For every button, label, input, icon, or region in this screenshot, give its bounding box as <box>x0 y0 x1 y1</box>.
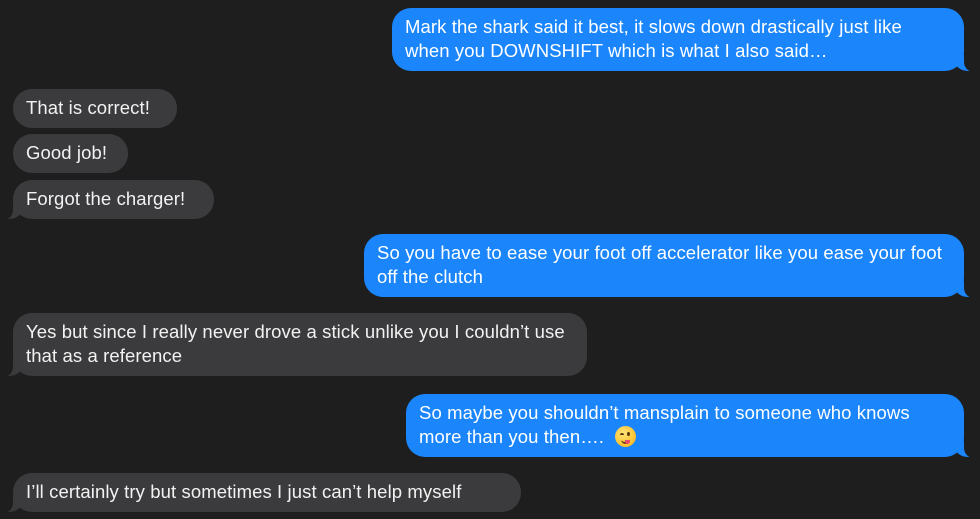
message-bubble-outgoing[interactable]: Mark the shark said it best, it slows do… <box>392 8 977 72</box>
message-thread[interactable]: Mark the shark said it best, it slows do… <box>0 0 980 519</box>
message-bubble-incoming[interactable]: Yes but since I really never drove a sti… <box>0 313 587 377</box>
message-text: I’ll certainly try but sometimes I just … <box>26 481 462 502</box>
message-text: Mark the shark said it best, it slows do… <box>405 16 902 61</box>
message-bubble-incoming[interactable]: That is correct! <box>13 89 177 128</box>
message-bubble-incoming[interactable]: I’ll certainly try but sometimes I just … <box>0 473 521 513</box>
message-text: Yes but since I really never drove a sti… <box>26 321 565 366</box>
message-text: So you have to ease your foot off accele… <box>377 242 942 287</box>
winking-face-with-tongue-icon <box>615 426 637 447</box>
message-bubble-incoming[interactable]: Forgot the charger! <box>0 180 214 220</box>
message-text: That is correct! <box>26 97 150 118</box>
message-bubble-incoming[interactable]: Good job! <box>13 134 128 173</box>
message-bubble-outgoing[interactable]: So maybe you shouldn’t mansplain to some… <box>406 394 977 458</box>
message-bubble-outgoing[interactable]: So you have to ease your foot off accele… <box>364 234 977 298</box>
message-text: Forgot the charger! <box>26 188 186 209</box>
message-text: Good job! <box>26 142 108 163</box>
message-text: So maybe you shouldn’t mansplain to some… <box>419 402 910 447</box>
